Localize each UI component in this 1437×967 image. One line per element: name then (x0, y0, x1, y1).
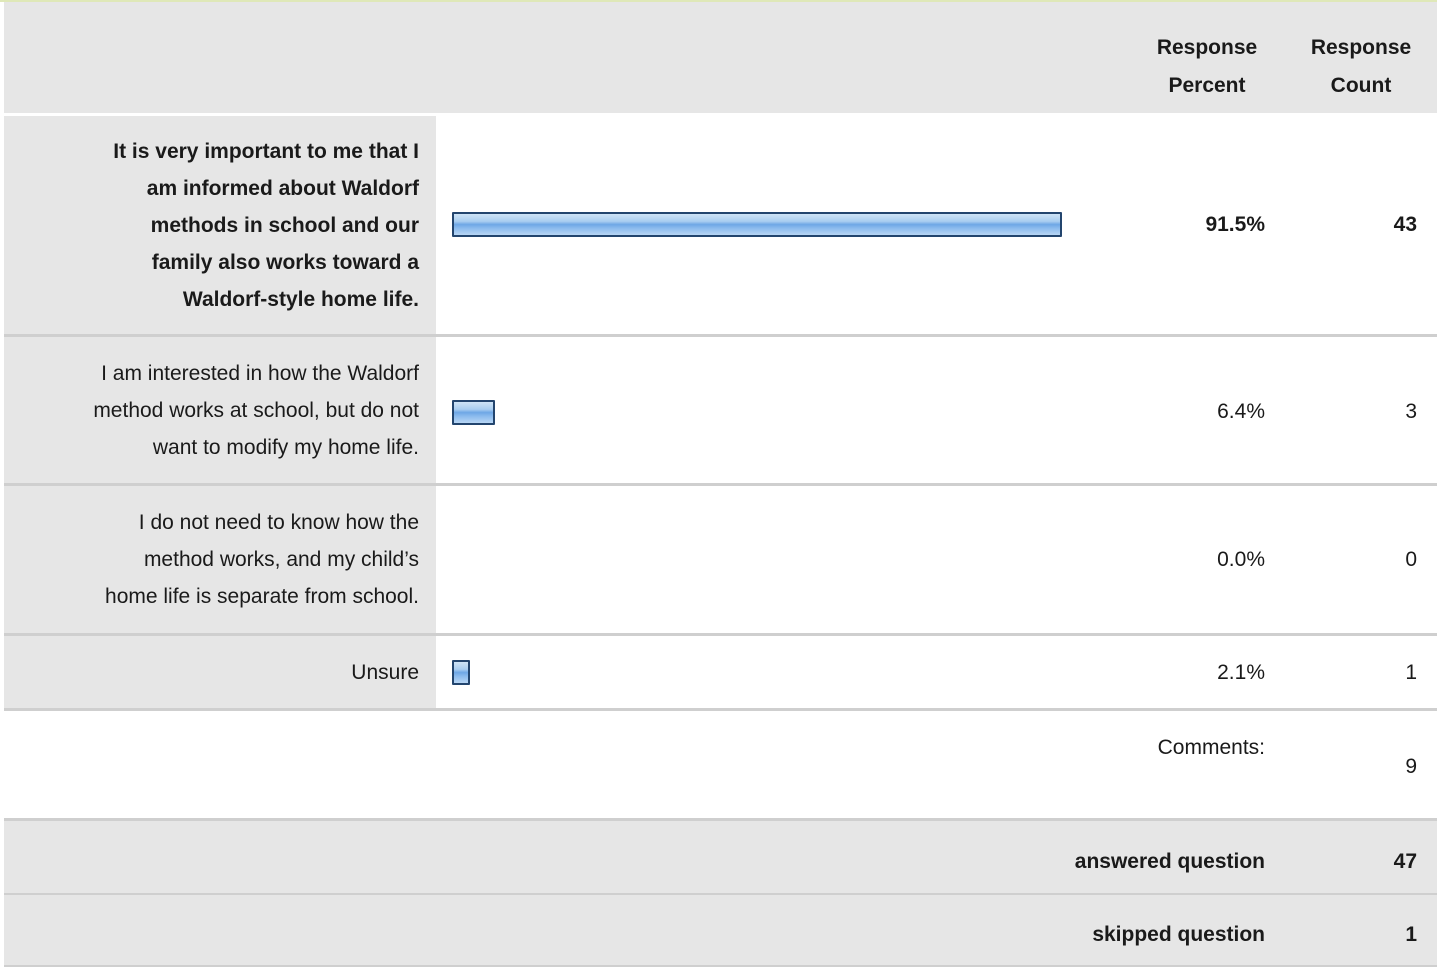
table-row: I do not need to know how the method wor… (0, 486, 1437, 633)
count-label: 0 (1405, 548, 1417, 571)
percent-label: 0.0% (1217, 548, 1265, 571)
header-percent-text: Response Percent (1156, 36, 1258, 97)
header-count-text: Response Count (1310, 36, 1412, 97)
bar (452, 212, 1062, 237)
table-row: I am interested in how the Waldorf metho… (0, 337, 1437, 483)
answer-label-line: Unsure (351, 660, 419, 684)
bar-area (452, 337, 1112, 483)
table-row: It is very important to me that I am inf… (0, 116, 1437, 334)
table-header: Response Percent Response Count (4, 2, 1437, 113)
skipped-label: skipped question (1092, 923, 1265, 946)
bar-area (452, 116, 1112, 334)
answered-row: answered question 47 (4, 821, 1437, 893)
answer-label-line: method works at school, but do not (93, 398, 419, 422)
count-label: 1 (1405, 661, 1417, 684)
skipped-count: 1 (1405, 923, 1417, 946)
header-response-percent: Response Percent (1142, 29, 1272, 105)
comments-count: 9 (1405, 755, 1417, 778)
bar (452, 400, 495, 425)
comments-label: Comments: (1157, 736, 1265, 759)
count-label: 43 (1393, 213, 1417, 236)
table-row: Unsure 2.1% 1 (0, 636, 1437, 708)
bar-area (452, 636, 1112, 708)
row-separator (4, 708, 1437, 711)
percent-label: 91.5% (1205, 213, 1265, 236)
header-response-count: Response Count (1292, 29, 1430, 105)
answer-label-line: want to modify my home life. (152, 435, 419, 459)
answer-label: Unsure (4, 636, 436, 708)
count-label: 3 (1405, 400, 1417, 423)
answer-label-line: I am interested in how the Waldorf (101, 361, 419, 385)
percent-label: 2.1% (1217, 661, 1265, 684)
answer-label: I am interested in how the Waldorf metho… (4, 337, 436, 483)
answer-label-line: am informed about Waldorf (146, 176, 419, 200)
answer-label-line: Waldorf-style home life. (182, 287, 419, 311)
answer-label-line: family also works toward a (151, 250, 419, 274)
answer-label-line: home life is separate from school. (105, 585, 419, 608)
answer-label: I do not need to know how the method wor… (4, 486, 436, 633)
answered-label: answered question (1074, 850, 1265, 873)
answer-label: It is very important to me that I am inf… (4, 116, 436, 334)
percent-label: 6.4% (1217, 400, 1265, 423)
answer-label-line: method works, and my child’s (143, 548, 419, 571)
skipped-row: skipped question 1 (4, 895, 1437, 965)
answer-label-line: It is very important to me that I (113, 139, 419, 163)
bar (452, 660, 470, 685)
answered-count: 47 (1393, 850, 1417, 873)
answer-label-line: methods in school and our (150, 213, 419, 237)
bar-area (452, 486, 1112, 633)
answer-label-line: I do not need to know how the (138, 511, 419, 534)
